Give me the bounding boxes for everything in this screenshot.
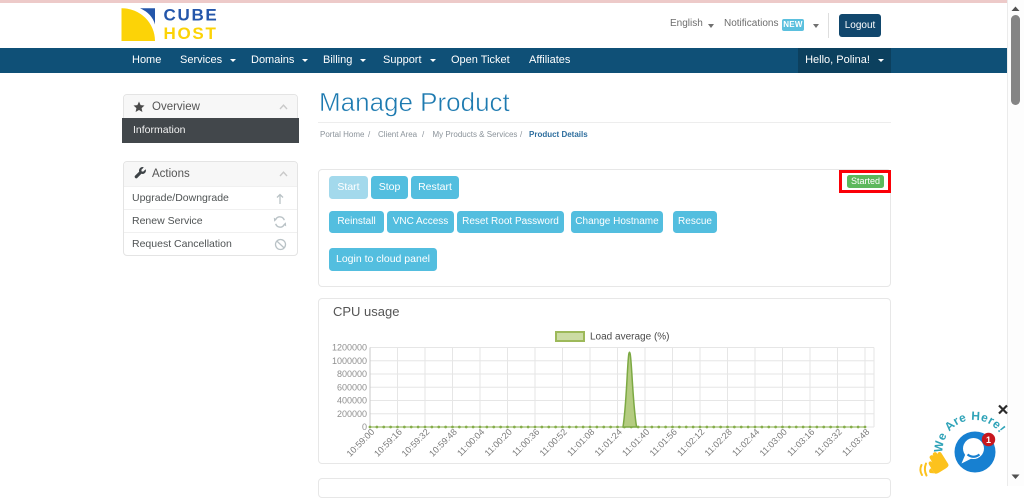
svg-text:1: 1 [986, 435, 991, 445]
svg-text:11:01:24: 11:01:24 [593, 427, 624, 458]
svg-text:11:02:44: 11:02:44 [730, 427, 761, 458]
svg-text:11:00:36: 11:00:36 [510, 427, 541, 458]
svg-text:11:01:40: 11:01:40 [620, 427, 651, 458]
svg-text:200000: 200000 [337, 409, 367, 419]
svg-text:10:59:32: 10:59:32 [400, 427, 432, 459]
svg-text:11:03:16: 11:03:16 [785, 427, 816, 458]
svg-text:Load average (%): Load average (%) [590, 332, 670, 343]
svg-text:11:03:32: 11:03:32 [813, 427, 844, 458]
svg-text:10:59:00: 10:59:00 [345, 427, 377, 459]
svg-text:11:01:56: 11:01:56 [648, 427, 679, 458]
svg-text:CUBE: CUBE [164, 6, 219, 25]
svg-text:11:03:00: 11:03:00 [758, 427, 789, 458]
svg-text:400000: 400000 [337, 396, 367, 406]
svg-text:HOST: HOST [164, 24, 218, 43]
svg-text:11:00:04: 11:00:04 [455, 427, 486, 458]
svg-text:600000: 600000 [337, 382, 367, 392]
svg-text:800000: 800000 [337, 369, 367, 379]
svg-text:10:59:48: 10:59:48 [427, 427, 459, 459]
svg-text:11:00:52: 11:00:52 [538, 427, 569, 458]
svg-text:1000000: 1000000 [332, 356, 367, 366]
svg-text:11:00:20: 11:00:20 [483, 427, 514, 458]
svg-text:11:01:08: 11:01:08 [565, 427, 596, 458]
svg-text:11:02:28: 11:02:28 [703, 427, 734, 458]
svg-text:1200000: 1200000 [332, 343, 367, 353]
svg-text:10:59:16: 10:59:16 [372, 427, 404, 459]
svg-text:11:03:48: 11:03:48 [840, 427, 871, 458]
svg-text:11:02:12: 11:02:12 [675, 427, 706, 458]
